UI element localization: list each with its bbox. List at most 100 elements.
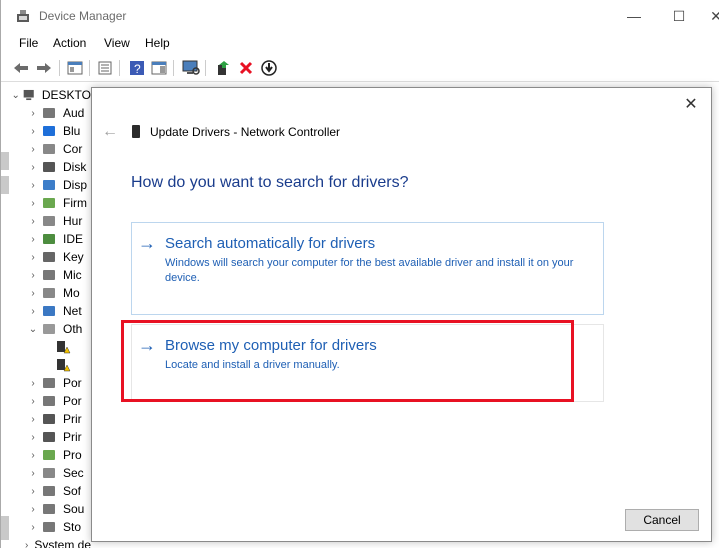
maximize-button[interactable]: ☐ (664, 5, 694, 27)
uninstall-x-icon[interactable] (236, 58, 256, 78)
tree-category[interactable]: ⌄ Oth (9, 320, 91, 338)
collapsed-chevron-icon[interactable]: › (25, 162, 41, 173)
collapsed-chevron-icon[interactable]: › (25, 378, 41, 389)
collapsed-chevron-icon[interactable]: › (25, 126, 41, 137)
collapsed-chevron-icon[interactable]: › (25, 522, 41, 533)
collapsed-chevron-icon[interactable]: › (25, 180, 41, 191)
tree-child-item[interactable] (9, 356, 91, 374)
collapsed-chevron-icon[interactable]: › (25, 504, 41, 515)
collapsed-chevron-icon[interactable]: › (25, 432, 41, 443)
device-category-icon (43, 162, 55, 172)
menu-action[interactable]: Action (53, 36, 86, 50)
tree-category[interactable]: › IDE (9, 230, 91, 248)
minimize-button[interactable]: — (619, 5, 649, 27)
device-category-icon (43, 378, 55, 388)
collapsed-chevron-icon[interactable]: › (25, 270, 41, 281)
tree-category[interactable]: › Disk (9, 158, 91, 176)
collapsed-chevron-icon[interactable]: › (25, 486, 41, 497)
tree-category[interactable]: › Blu (9, 122, 91, 140)
expanded-chevron-icon[interactable]: ⌄ (9, 90, 22, 101)
cancel-button[interactable]: Cancel (625, 509, 699, 531)
tree-category[interactable]: › Sou (9, 500, 91, 518)
menu-bar: File Action View Help (1, 32, 719, 54)
toolbar-separator (89, 60, 90, 76)
forward-arrow-icon[interactable] (34, 58, 54, 78)
tree-category[interactable]: › Pro (9, 446, 91, 464)
tree-item-label: Disk (63, 160, 87, 174)
update-driver-icon[interactable] (213, 58, 233, 78)
collapsed-chevron-icon[interactable]: › (25, 216, 41, 227)
dialog-close-button[interactable]: ✕ (680, 94, 702, 116)
tree-category[interactable]: › Firm (9, 194, 91, 212)
device-category-icon (43, 450, 55, 460)
help-icon[interactable]: ? (127, 58, 147, 78)
tree-category[interactable]: › Hur (9, 212, 91, 230)
collapsed-chevron-icon[interactable]: › (25, 450, 41, 461)
device-category-icon (43, 432, 55, 442)
update-drivers-dialog: ✕ ← Update Drivers - Network Controller … (91, 87, 712, 542)
device-category-icon (43, 504, 55, 514)
collapsed-chevron-icon[interactable]: › (25, 414, 41, 425)
collapsed-chevron-icon[interactable]: › (25, 306, 41, 317)
warning-device-icon (57, 359, 71, 372)
tree-root[interactable]: ⌄ DESKTO (9, 86, 91, 104)
collapsed-chevron-icon[interactable]: › (25, 108, 41, 119)
device-category-icon (43, 108, 55, 118)
tree-item-label: Mo (63, 286, 80, 300)
search-automatically-option[interactable]: → Search automatically for drivers Windo… (131, 222, 604, 315)
scan-hardware-icon[interactable] (181, 58, 201, 78)
download-icon[interactable] (259, 58, 279, 78)
expanded-chevron-icon[interactable]: ⌄ (25, 324, 41, 335)
menu-help[interactable]: Help (145, 36, 170, 50)
toolbar-separator (59, 60, 60, 76)
tree-category[interactable]: › Mo (9, 284, 91, 302)
dialog-title: Update Drivers - Network Controller (150, 125, 341, 139)
tree-child-item[interactable] (9, 338, 91, 356)
collapsed-chevron-icon[interactable]: › (25, 198, 41, 209)
collapsed-chevron-icon[interactable]: › (25, 540, 28, 548)
menu-file[interactable]: File (19, 36, 38, 50)
tree-category[interactable]: › Sec (9, 464, 91, 482)
tree-category[interactable]: › Cor (9, 140, 91, 158)
device-tree[interactable]: ⌄ DESKTO › Aud › Blu › Cor › Disk › Disp › Firm › Hur… (9, 84, 91, 548)
tree-item-label: Sec (63, 466, 84, 480)
show-hide-console-tree-icon[interactable] (65, 58, 85, 78)
tree-category[interactable]: › Sof (9, 482, 91, 500)
tree-category[interactable]: › System devices (9, 536, 91, 548)
tree-category[interactable]: › Sto (9, 518, 91, 536)
toolbar: ? (1, 54, 719, 82)
collapsed-chevron-icon[interactable]: › (25, 396, 41, 407)
back-arrow-icon[interactable] (11, 58, 31, 78)
device-category-icon (43, 144, 55, 154)
close-window-button[interactable]: ✕ (701, 5, 719, 27)
tree-category[interactable]: › Mic (9, 266, 91, 284)
collapsed-chevron-icon[interactable]: › (25, 144, 41, 155)
collapsed-chevron-icon[interactable]: › (25, 234, 41, 245)
tree-category[interactable]: › Aud (9, 104, 91, 122)
device-category-icon (43, 288, 55, 298)
menu-view[interactable]: View (104, 36, 130, 50)
tree-item-label: Sto (63, 520, 82, 534)
tree-item-label: Aud (63, 106, 85, 120)
tree-category[interactable]: › Net (9, 302, 91, 320)
option-description: Windows will search your computer for th… (165, 257, 574, 284)
tree-category[interactable]: › Prir (9, 410, 91, 428)
tree-category[interactable]: › Por (9, 392, 91, 410)
computer-icon (24, 89, 35, 101)
tree-root-label: DESKTO (41, 88, 91, 102)
tree-item-label: Disp (63, 178, 88, 192)
back-arrow-icon[interactable]: ← (102, 123, 120, 141)
collapsed-chevron-icon[interactable]: › (25, 288, 41, 299)
tree-category[interactable]: › Key (9, 248, 91, 266)
collapsed-chevron-icon[interactable]: › (25, 468, 41, 479)
properties-icon[interactable] (95, 58, 115, 78)
collapsed-chevron-icon[interactable]: › (25, 252, 41, 263)
tree-category[interactable]: › Prir (9, 428, 91, 446)
tree-item-label: Oth (63, 322, 83, 336)
tree-category[interactable]: › Disp (9, 176, 91, 194)
option-title: Search automatically for drivers (165, 235, 376, 252)
tree-item-label: Sou (63, 502, 85, 516)
tree-category[interactable]: › Por (9, 374, 91, 392)
tree-item-label: Por (63, 394, 82, 408)
action-pane-icon[interactable] (149, 58, 169, 78)
